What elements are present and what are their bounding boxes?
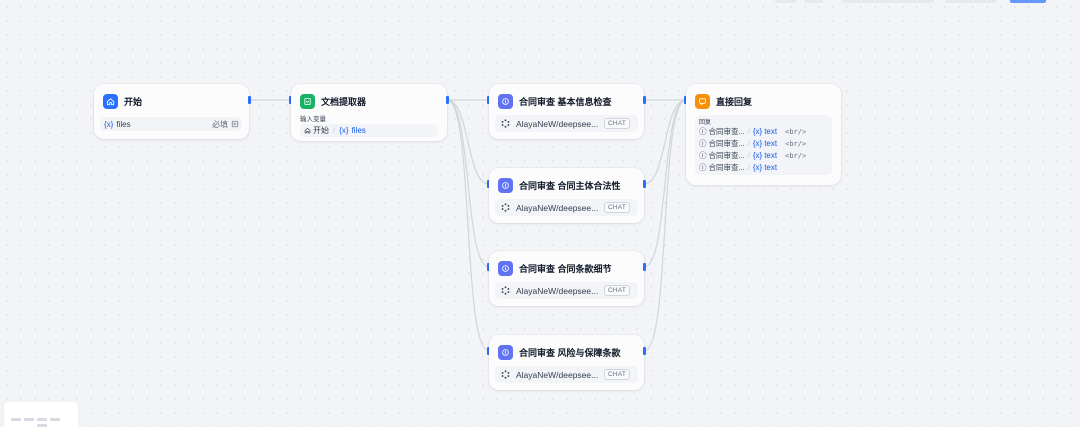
start-output-handle[interactable] bbox=[248, 96, 251, 104]
model-name: AlayaNeW/deepsee... bbox=[516, 202, 599, 213]
answer-line-node: 合同审查... bbox=[708, 127, 745, 136]
start-variable-row[interactable]: {x} files 必填 bbox=[100, 117, 242, 131]
answer-line-var: text bbox=[764, 151, 778, 160]
model-provider-icon bbox=[500, 202, 511, 213]
edge-llm-3-answer bbox=[643, 99, 687, 268]
edge-llm-4-answer bbox=[643, 99, 687, 352]
variable-name: files bbox=[351, 126, 366, 135]
minimap[interactable] bbox=[4, 402, 78, 427]
model-name: AlayaNeW/deepsee... bbox=[516, 285, 599, 296]
llm-icon: ⓘ bbox=[699, 151, 707, 160]
answer-line-var: text bbox=[764, 127, 778, 136]
variable-icon: {x} bbox=[752, 127, 763, 136]
variable-icon: {x} bbox=[339, 126, 349, 135]
source-node-name: 开始 bbox=[313, 126, 329, 135]
variable-icon: {x} bbox=[752, 163, 763, 172]
llm-output-handle[interactable] bbox=[643, 263, 646, 271]
node-title: 直接回复 bbox=[716, 96, 753, 107]
file-icon bbox=[231, 120, 239, 128]
home-icon bbox=[103, 93, 118, 109]
input-variable-label: 输入变量 bbox=[300, 116, 326, 123]
model-provider-icon bbox=[500, 285, 511, 296]
node-title: 文档提取器 bbox=[321, 96, 367, 107]
answer-line: ⓘ 合同审查... / {x} text <br/> bbox=[699, 150, 806, 161]
node-title: 合同审查 合同主体合法性 bbox=[519, 180, 621, 191]
workflow-canvas[interactable]: 开始 {x} files 必填 文档提取器 输入变量 开始 / {x} file… bbox=[0, 0, 1080, 427]
llm-icon: ⓘ bbox=[699, 127, 707, 136]
input-variable-row[interactable]: 开始 / {x} files bbox=[300, 124, 438, 137]
extractor-output-handle[interactable] bbox=[446, 96, 449, 104]
doc-extractor-node[interactable]: 文档提取器 输入变量 开始 / {x} files bbox=[291, 84, 447, 141]
mode-badge: CHAT bbox=[603, 285, 630, 296]
model-name: AlayaNeW/deepsee... bbox=[516, 369, 599, 380]
answer-line-suffix: <br/> bbox=[785, 127, 807, 136]
llm-output-handle[interactable] bbox=[643, 96, 646, 104]
separator: / bbox=[747, 151, 750, 160]
model-provider-icon bbox=[500, 369, 511, 380]
answer-line-suffix: <br/> bbox=[785, 139, 807, 148]
variable-icon: {x} bbox=[104, 119, 114, 129]
llm-icon bbox=[498, 177, 513, 193]
model-selector[interactable]: AlayaNeW/deepsee... CHAT bbox=[495, 282, 638, 299]
separator: / bbox=[333, 126, 336, 135]
mode-badge: CHAT bbox=[603, 202, 630, 213]
separator: / bbox=[747, 163, 750, 172]
answer-content[interactable]: 回复 ⓘ 合同审查... / {x} text <br/> ⓘ 合同审查... … bbox=[695, 115, 832, 175]
model-provider-icon bbox=[500, 118, 511, 129]
variable-icon: {x} bbox=[752, 139, 763, 148]
llm-icon bbox=[498, 93, 513, 109]
answer-line-var: text bbox=[764, 139, 778, 148]
edge-extractor-llm-3 bbox=[446, 99, 490, 268]
llm-node[interactable]: 合同审查 合同条款细节 AlayaNeW/deepsee... CHAT bbox=[489, 251, 644, 306]
mode-badge: CHAT bbox=[603, 369, 630, 380]
answer-line-var: text bbox=[764, 163, 778, 172]
model-selector[interactable]: AlayaNeW/deepsee... CHAT bbox=[495, 366, 638, 383]
separator: / bbox=[747, 139, 750, 148]
required-label: 必填 bbox=[212, 119, 228, 129]
llm-node[interactable]: 合同审查 合同主体合法性 AlayaNeW/deepsee... CHAT bbox=[489, 168, 644, 223]
llm-output-handle[interactable] bbox=[643, 180, 646, 188]
answer-line: ⓘ 合同审查... / {x} text <br/> bbox=[699, 138, 806, 149]
llm-icon bbox=[498, 260, 513, 276]
node-title: 合同审查 合同条款细节 bbox=[519, 263, 612, 274]
variable-icon: {x} bbox=[752, 151, 763, 160]
start-node[interactable]: 开始 {x} files 必填 bbox=[94, 84, 249, 139]
toolbar-edge bbox=[0, 0, 1080, 4]
llm-node[interactable]: 合同审查 基本信息检查 AlayaNeW/deepsee... CHAT bbox=[489, 84, 644, 139]
llm-icon: ⓘ bbox=[699, 139, 707, 148]
edge-llm-2-answer bbox=[643, 99, 687, 185]
answer-line-node: 合同审查... bbox=[708, 151, 745, 160]
answer-line-node: 合同审查... bbox=[708, 163, 745, 172]
doc-extract-icon bbox=[300, 93, 315, 109]
node-title: 合同审查 基本信息检查 bbox=[519, 96, 612, 107]
answer-label: 回复 bbox=[699, 120, 712, 126]
answer-node[interactable]: 直接回复 回复 ⓘ 合同审查... / {x} text <br/> ⓘ 合同审… bbox=[686, 84, 841, 185]
answer-line-suffix: <br/> bbox=[785, 151, 807, 160]
answer-line: ⓘ 合同审查... / {x} text bbox=[699, 162, 777, 173]
model-selector[interactable]: AlayaNeW/deepsee... CHAT bbox=[495, 115, 638, 132]
mode-badge: CHAT bbox=[603, 118, 630, 129]
answer-line: ⓘ 合同审查... / {x} text <br/> bbox=[699, 126, 806, 137]
edge-extractor-llm-2 bbox=[446, 99, 490, 185]
llm-node[interactable]: 合同审查 风险与保障条款 AlayaNeW/deepsee... CHAT bbox=[489, 335, 644, 390]
home-icon bbox=[304, 127, 311, 134]
variable-name: files bbox=[116, 119, 131, 129]
node-title: 开始 bbox=[124, 96, 143, 107]
llm-icon: ⓘ bbox=[699, 163, 707, 172]
edge-extractor-llm-4 bbox=[446, 99, 490, 352]
separator: / bbox=[747, 127, 750, 136]
llm-output-handle[interactable] bbox=[643, 347, 646, 355]
llm-icon bbox=[498, 344, 513, 360]
model-selector[interactable]: AlayaNeW/deepsee... CHAT bbox=[495, 199, 638, 216]
node-title: 合同审查 风险与保障条款 bbox=[519, 347, 621, 358]
answer-line-node: 合同审查... bbox=[708, 139, 745, 148]
answer-icon bbox=[695, 93, 710, 109]
model-name: AlayaNeW/deepsee... bbox=[516, 118, 599, 129]
